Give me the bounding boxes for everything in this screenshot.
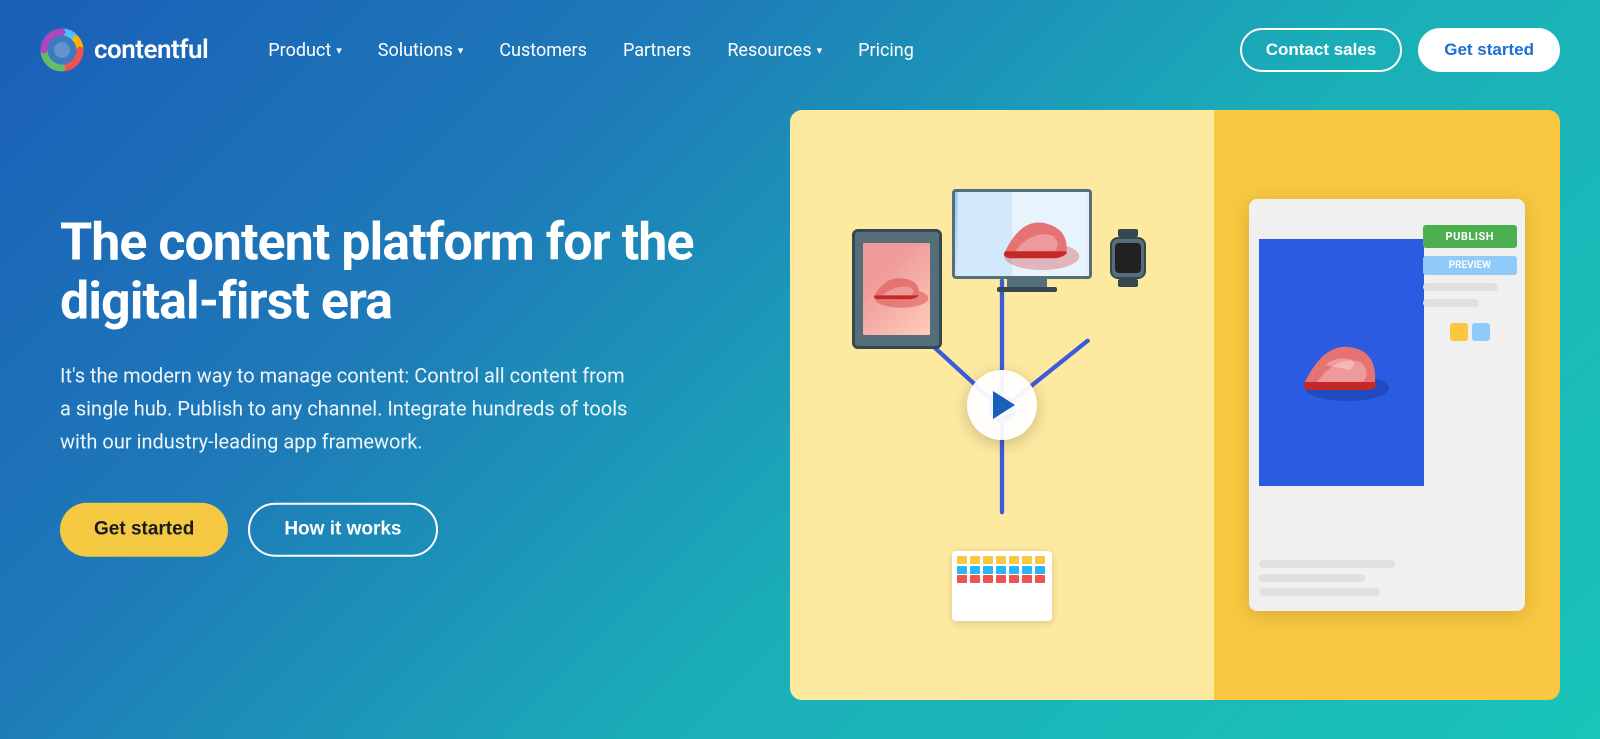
cal-cell bbox=[1022, 575, 1032, 583]
illustration-left-panel bbox=[790, 110, 1214, 700]
cms-small-icon-2 bbox=[1472, 323, 1490, 341]
tablet-device bbox=[852, 229, 942, 349]
hero-title: The content platform for the digital-fir… bbox=[60, 212, 720, 332]
cal-cell bbox=[1009, 566, 1019, 574]
hero-subtitle: It's the modern way to manage content: C… bbox=[60, 360, 640, 459]
cal-cell bbox=[1035, 575, 1045, 583]
cal-cell bbox=[957, 575, 967, 583]
cms-icon-row bbox=[1423, 323, 1517, 341]
cms-field-bar bbox=[1259, 560, 1396, 568]
tablet-screen bbox=[863, 243, 930, 334]
cal-cell bbox=[1022, 566, 1032, 574]
watch-body bbox=[1110, 237, 1146, 279]
chevron-down-icon: ▾ bbox=[458, 44, 464, 57]
devices-container bbox=[822, 169, 1182, 641]
cms-publish-button[interactable]: PUBLISH bbox=[1423, 225, 1517, 248]
get-started-header-button[interactable]: Get started bbox=[1418, 28, 1560, 72]
nav-item-solutions[interactable]: Solutions ▾ bbox=[378, 40, 464, 61]
cal-cell bbox=[983, 575, 993, 583]
contentful-logo-icon bbox=[40, 28, 84, 72]
cms-field-bars bbox=[1259, 560, 1411, 596]
cal-cell bbox=[996, 566, 1006, 574]
hero-illustration: PUBLISH PREVIEW bbox=[790, 110, 1560, 700]
logo-text: contentful bbox=[94, 35, 208, 65]
cal-cell bbox=[996, 556, 1006, 564]
cms-sidebar: PUBLISH PREVIEW bbox=[1423, 209, 1517, 560]
shoe-svg-tablet bbox=[863, 243, 930, 334]
cms-mockup: PUBLISH PREVIEW bbox=[1249, 199, 1525, 612]
cal-cell bbox=[970, 575, 980, 583]
nav-item-resources[interactable]: Resources ▾ bbox=[727, 40, 822, 61]
watch-band-top bbox=[1118, 229, 1138, 237]
nav-item-product[interactable]: Product ▾ bbox=[268, 40, 341, 61]
main-nav: Product ▾ Solutions ▾ Customers Partners… bbox=[268, 40, 1239, 61]
cal-cell bbox=[1009, 575, 1019, 583]
cal-cell bbox=[996, 575, 1006, 583]
nav-item-pricing[interactable]: Pricing bbox=[858, 40, 914, 61]
watch-screen bbox=[1115, 243, 1141, 273]
smartwatch-device bbox=[1104, 229, 1152, 289]
illustration-right-panel: PUBLISH PREVIEW bbox=[1214, 110, 1561, 700]
monitor-screen bbox=[952, 189, 1092, 279]
hero-cta: Get started How it works bbox=[60, 503, 720, 557]
cms-product-image bbox=[1259, 239, 1425, 487]
cal-cell bbox=[1022, 556, 1032, 564]
calendar-device bbox=[952, 551, 1052, 621]
logo[interactable]: contentful bbox=[40, 28, 208, 72]
hero-left-content: The content platform for the digital-fir… bbox=[60, 182, 720, 557]
get-started-button[interactable]: Get started bbox=[60, 503, 228, 557]
cal-cell bbox=[957, 566, 967, 574]
monitor-stand bbox=[1007, 279, 1047, 287]
cal-cell bbox=[1009, 556, 1019, 564]
how-it-works-button[interactable]: How it works bbox=[248, 503, 437, 557]
monitor-base bbox=[997, 287, 1057, 292]
illustration-container: PUBLISH PREVIEW bbox=[790, 110, 1560, 700]
nav-buttons: Contact sales Get started bbox=[1240, 28, 1560, 72]
cms-field-bar bbox=[1259, 588, 1380, 596]
contact-sales-button[interactable]: Contact sales bbox=[1240, 28, 1403, 72]
tablet-shoe-display bbox=[863, 243, 930, 334]
cal-cell bbox=[970, 566, 980, 574]
cal-cell bbox=[1035, 566, 1045, 574]
cms-small-icon-1 bbox=[1450, 323, 1468, 341]
cms-bar-2 bbox=[1423, 299, 1479, 307]
chevron-down-icon: ▾ bbox=[817, 44, 823, 57]
cal-cell bbox=[957, 556, 967, 564]
cal-cell bbox=[983, 566, 993, 574]
shoe-svg-monitor bbox=[955, 192, 1089, 276]
cal-cell bbox=[970, 556, 980, 564]
header: contentful Product ▾ Solutions ▾ Custome… bbox=[0, 0, 1600, 100]
calendar-grid bbox=[957, 556, 1047, 583]
monitor-device bbox=[952, 189, 1102, 299]
cms-bar-1 bbox=[1423, 283, 1498, 291]
hero-section: contentful Product ▾ Solutions ▾ Custome… bbox=[0, 0, 1600, 739]
monitor-screen-content bbox=[955, 192, 1089, 276]
watch-band-bottom bbox=[1118, 279, 1138, 287]
nav-item-partners[interactable]: Partners bbox=[623, 40, 691, 61]
play-icon bbox=[993, 391, 1015, 419]
cms-field-bar bbox=[1259, 574, 1365, 582]
cms-preview-button[interactable]: PREVIEW bbox=[1423, 256, 1517, 275]
chevron-down-icon: ▾ bbox=[336, 44, 342, 57]
shoe-svg-cms bbox=[1287, 320, 1397, 405]
cal-cell bbox=[1035, 556, 1045, 564]
nav-item-customers[interactable]: Customers bbox=[499, 40, 587, 61]
cal-cell bbox=[983, 556, 993, 564]
play-button[interactable] bbox=[967, 370, 1037, 440]
